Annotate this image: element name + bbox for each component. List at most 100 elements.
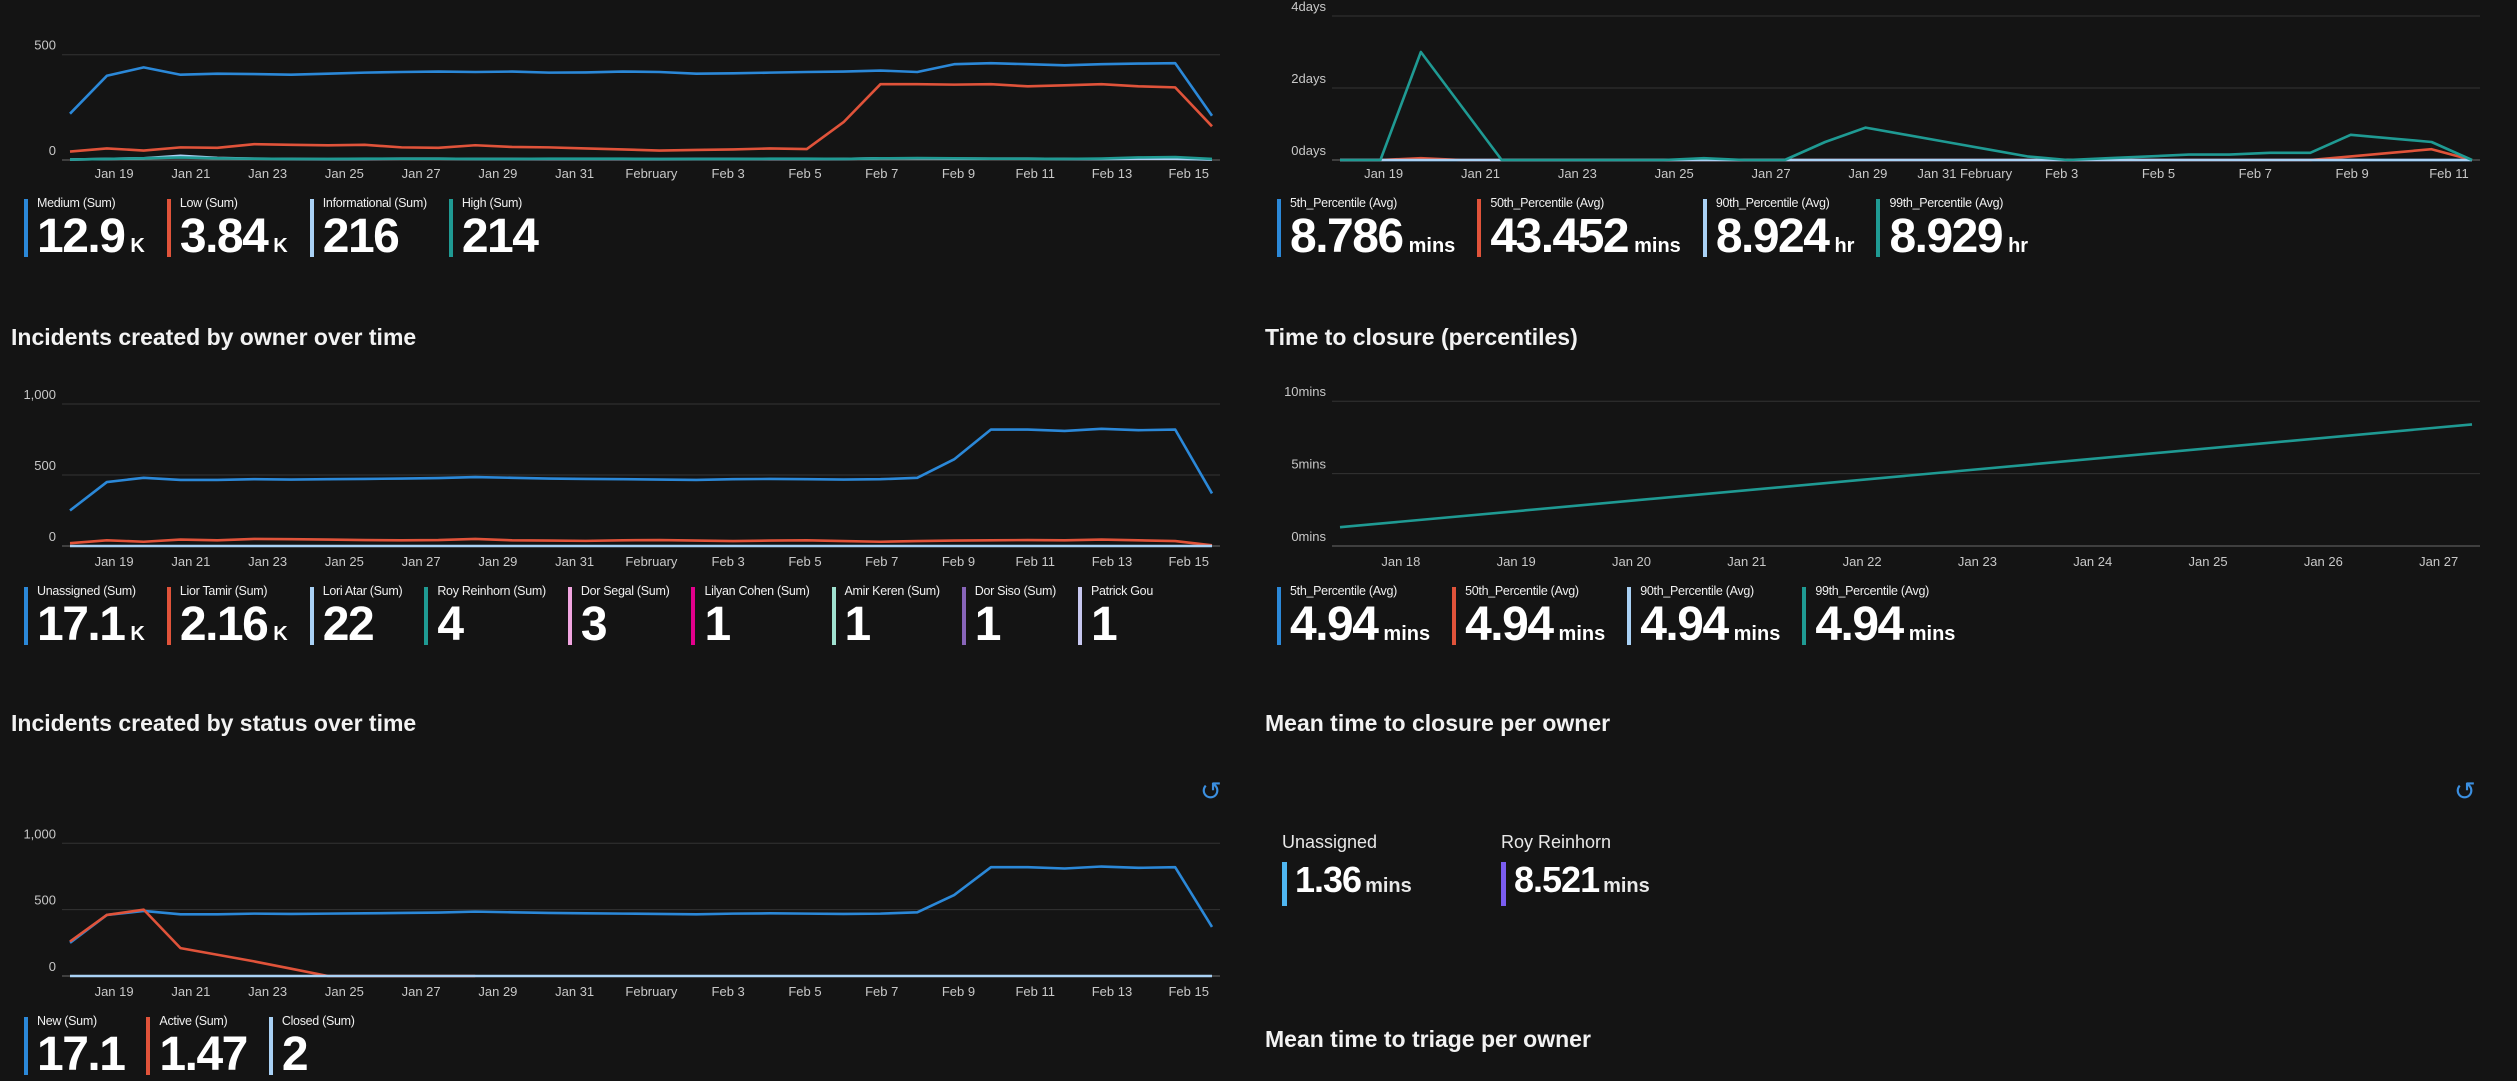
legend-item[interactable]: 90th_Percentile (Avg) 4.94 mins — [1627, 582, 1780, 650]
x-tick-label: Jan 19 — [95, 984, 134, 999]
legend-value: 1 — [844, 598, 872, 651]
x-tick-label: Jan 23 — [248, 554, 287, 569]
owner-value: 8.521 — [1514, 859, 1600, 900]
y-tick-label: 500 — [34, 38, 56, 53]
legend-item[interactable]: 99th_Percentile (Avg) 8.929 hr — [1876, 194, 2028, 262]
x-tick-label: Jan 21 — [1727, 554, 1766, 569]
owner-unit: mins — [1365, 875, 1412, 897]
x-tick-label: Jan 18 — [1381, 554, 1420, 569]
x-tick-label: February — [625, 554, 678, 569]
legend-item[interactable]: Lior Tamir (Sum) 2.16 K — [166, 582, 288, 652]
x-tick-label: Jan 31 February — [1917, 166, 2012, 181]
severity-legend: Medium (Sum) 12.9 K Low (Sum) 3.84 K Informati… — [24, 194, 559, 262]
owner-section-title: Incidents created by owner over time — [11, 324, 417, 350]
x-tick-label: Feb 13 — [1092, 166, 1132, 181]
legend-item[interactable]: High (Sum) 214 — [448, 194, 539, 262]
legend-item[interactable]: Informational (Sum) 216 — [309, 194, 427, 262]
x-tick-label: Feb 3 — [2045, 166, 2078, 181]
legend-item[interactable]: Amir Keren (Sum) 1 — [831, 582, 940, 652]
legend-item[interactable]: Dor Siso (Sum) 1 — [961, 582, 1056, 652]
legend-value: 8.786 — [1290, 210, 1404, 263]
legend-value: 3 — [580, 598, 608, 651]
x-tick-label: Jan 20 — [1612, 554, 1651, 569]
series-line — [69, 908, 476, 978]
x-tick-label: Feb 11 — [2429, 166, 2469, 181]
x-tick-label: Jan 31 — [555, 166, 594, 181]
x-tick-label: Jan 23 — [248, 984, 287, 999]
x-tick-label: Jan 21 — [1461, 166, 1500, 181]
status-section-title: Incidents created by status over time — [11, 710, 417, 736]
legend-item[interactable]: 50th_Percentile (Avg) 43.452 mins — [1477, 194, 1681, 262]
legend-value: 1.47 — [159, 1028, 248, 1081]
legend-item[interactable]: 90th_Percentile (Avg) 8.924 hr — [1702, 194, 1855, 263]
owner-color-bar — [1282, 862, 1287, 906]
owner-color-bar — [1501, 862, 1506, 906]
x-tick-label: February — [625, 166, 678, 181]
legend-value: 4 — [437, 598, 464, 651]
x-tick-label: Feb 5 — [788, 166, 821, 181]
legend-unit: mins — [1408, 235, 1456, 257]
x-tick-label: Jan 29 — [478, 554, 517, 569]
legend-unit: K — [130, 623, 145, 645]
legend-item[interactable]: Unassigned (Sum) 17.1 K — [24, 582, 145, 652]
x-tick-label: Jan 29 — [478, 166, 517, 181]
x-tick-label: Jan 31 — [555, 554, 594, 569]
x-tick-label: Feb 9 — [942, 166, 975, 181]
x-tick-label: Jan 27 — [402, 984, 441, 999]
y-tick-label: 500 — [34, 458, 56, 473]
legend-color-bar — [24, 199, 28, 257]
legend-item[interactable]: Dor Segal (Sum) 3 — [567, 582, 670, 652]
x-tick-label: Feb 7 — [865, 984, 898, 999]
legend-item[interactable]: Active (Sum) 1.47 — [146, 1012, 248, 1081]
y-tick-label: 2days — [1291, 71, 1326, 86]
x-tick-label: Feb 15 — [1168, 554, 1208, 569]
x-tick-label: Jan 23 — [1958, 554, 1997, 569]
legend-color-bar — [691, 587, 696, 645]
x-tick-label: Feb 7 — [865, 554, 898, 569]
series-line — [1340, 50, 2473, 162]
owner-closure-card: Roy Reinhorn 8.521 mins — [1501, 832, 1650, 906]
status-chart-panel: 0 500 1,000 Jan 19 Jan 21 Jan 23 Jan 25 Jan 27 J… — [0, 810, 1240, 999]
legend-color-bar — [448, 199, 453, 257]
legend-value: 4.94 — [1640, 598, 1729, 651]
legend-item[interactable]: Roy Reinhorn (Sum) 4 — [424, 582, 546, 652]
legend-color-bar — [424, 587, 429, 645]
x-tick-label: Jan 29 — [1848, 166, 1887, 181]
series-line — [69, 537, 1213, 547]
x-tick-label: Jan 19 — [1364, 166, 1403, 181]
status-legend: New (Sum) 17.1 Active (Sum) 1.47 Closed (Sum… — [24, 1012, 377, 1080]
legend-value: 22 — [322, 598, 375, 651]
legend-item[interactable]: Patrick Gou 1 — [1077, 582, 1153, 652]
mean-closure-section-title: Mean time to closure per owner — [1265, 710, 1611, 736]
legend-unit: hr — [1834, 235, 1855, 257]
percentiles-chart-panel: 0mins 5mins 10mins Jan 18 Jan 19 Jan 20 Jan 21… — [1260, 370, 2517, 570]
legend-item[interactable]: 99th_Percentile (Avg) 4.94 mins — [1802, 582, 1955, 650]
y-tick-label: 0 — [49, 143, 56, 158]
legend-item[interactable]: 5th_Percentile (Avg) 8.786 mins — [1277, 194, 1455, 262]
legend-color-bar — [24, 587, 28, 645]
legend-value: 4.94 — [1815, 598, 1904, 651]
refresh-icon[interactable]: ↺ — [1200, 778, 1222, 804]
x-tick-label: Jan 23 — [248, 166, 287, 181]
legend-value: 12.9 — [37, 210, 126, 263]
x-tick-label: Feb 7 — [865, 166, 898, 181]
legend-value: 1 — [704, 598, 731, 651]
legend-value: 8.924 — [1715, 210, 1830, 263]
legend-item[interactable]: Lori Atar (Sum) 22 — [309, 582, 403, 652]
mean-closure-owners: Unassigned 1.36 mins Roy Reinhorn 8.521 mins — [1282, 832, 1882, 932]
legend-color-bar — [309, 587, 314, 645]
legend-color-bar — [166, 587, 171, 645]
legend-item[interactable]: Closed (Sum) 2 — [268, 1012, 355, 1080]
legend-item[interactable]: 5th_Percentile (Avg) 4.94 mins — [1277, 582, 1430, 650]
refresh-icon[interactable]: ↺ — [2454, 778, 2476, 804]
legend-item[interactable]: Medium (Sum) 12.9 K — [24, 194, 145, 262]
legend-color-bar — [1077, 587, 1082, 645]
legend-item[interactable]: New (Sum) 17.1 — [24, 1012, 126, 1080]
legend-item[interactable]: Low (Sum) 3.84 K — [166, 194, 288, 262]
x-tick-label: Feb 3 — [712, 984, 745, 999]
legend-value: 1 — [1090, 598, 1118, 651]
legend-item[interactable]: Lilyan Cohen (Sum) 1 — [691, 582, 810, 652]
legend-item[interactable]: 50th_Percentile (Avg) 4.94 mins — [1452, 582, 1605, 650]
x-tick-label: Feb 11 — [1015, 984, 1055, 999]
closure-days-legend: 5th_Percentile (Avg) 8.786 mins 50th_Percen… — [1277, 194, 2050, 262]
